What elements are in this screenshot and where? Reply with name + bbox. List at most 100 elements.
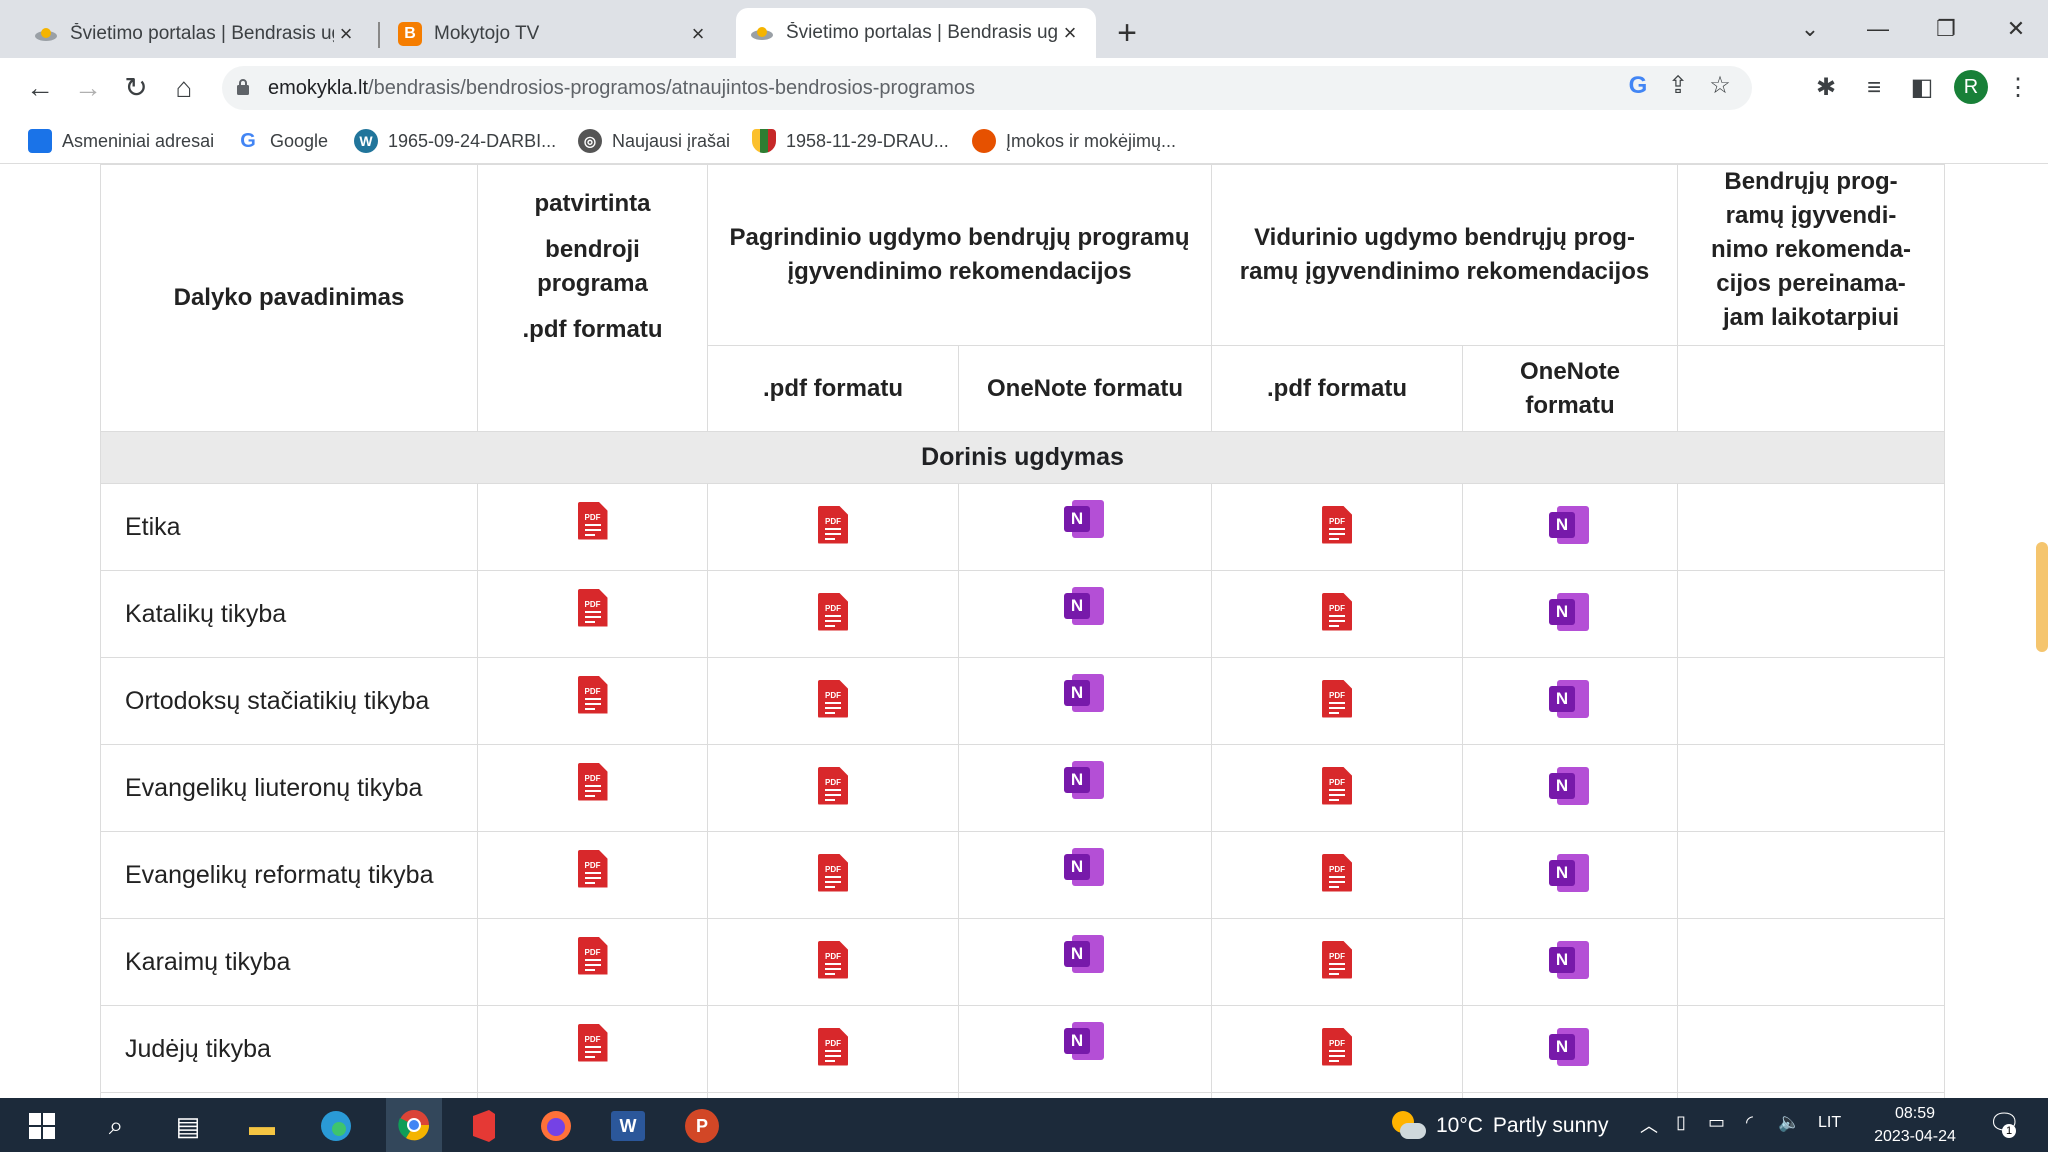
onenote-icon[interactable]: N [1549, 766, 1591, 805]
address-bar[interactable]: emokykla.lt/bendrasis/bendrosios-program… [222, 66, 1752, 110]
pdf-icon[interactable]: PDF [818, 940, 848, 979]
pdf-icon[interactable]: PDF [577, 762, 608, 801]
google-lens-icon[interactable]: G [1622, 70, 1654, 102]
tab-close-icon[interactable]: × [686, 22, 710, 46]
back-arrow-icon[interactable]: ← [22, 70, 58, 106]
onenote-icon[interactable]: N [1549, 592, 1591, 631]
onenote-icon[interactable]: N [1549, 679, 1591, 718]
onenote-icon[interactable]: N [1064, 1021, 1106, 1060]
profile-avatar[interactable]: R [1954, 70, 1988, 104]
pdf-icon[interactable]: PDF [818, 853, 848, 892]
reload-icon[interactable]: ↻ [118, 70, 154, 106]
pdf-icon[interactable]: PDF [818, 592, 848, 631]
table-row: Evangelikų reformatų tikyba PDF PDF N PDF N [100, 831, 1946, 919]
reading-list-icon[interactable]: ≡ [1858, 72, 1890, 104]
pdf-icon[interactable]: PDF [1322, 592, 1353, 631]
tab-search-chevron-icon[interactable]: ⌄ [1790, 12, 1830, 46]
search-icon[interactable]: ⌕ [96, 1106, 136, 1146]
home-icon[interactable]: ⌂ [166, 70, 202, 106]
battery-icon[interactable]: ▭ [1708, 1112, 1725, 1133]
bookmark-google[interactable]: G Google [236, 126, 328, 156]
onenote-icon[interactable]: N [1549, 940, 1591, 979]
tab-svietimo-portalas-active[interactable]: Švietimo portalas | Bendrasis ugd × [736, 8, 1096, 58]
pdf-icon[interactable]: PDF [818, 766, 848, 805]
bookmark-1958-11-29[interactable]: 1958-11-29-DRAU... [752, 126, 949, 156]
subject-name: Etika [100, 483, 478, 571]
new-tab-button[interactable]: + [1110, 16, 1144, 50]
chrome-icon[interactable] [386, 1098, 442, 1152]
restore-icon[interactable]: ❐ [1926, 12, 1966, 46]
tab-close-icon[interactable]: × [334, 22, 358, 46]
scrollbar-thumb[interactable] [2036, 542, 2048, 652]
onenote-icon[interactable]: N [1064, 673, 1106, 712]
pdf-icon[interactable]: PDF [577, 1023, 608, 1062]
system-clock[interactable]: 08:59 2023-04-24 [1860, 1102, 1970, 1148]
firefox-icon[interactable] [536, 1106, 576, 1146]
pdf-icon[interactable]: PDF [1322, 1027, 1353, 1066]
share-icon[interactable]: ⇪ [1662, 70, 1694, 102]
tab-close-icon[interactable]: × [1058, 21, 1082, 45]
secondary-onenote-cell: N [1462, 918, 1679, 1006]
language-indicator[interactable]: LIT [1818, 1114, 1841, 1132]
onenote-icon[interactable]: N [1549, 853, 1591, 892]
bookmark-asmeniniai-adresai[interactable]: Asmeniniai adresai [28, 126, 214, 156]
pdf-icon[interactable]: PDF [1322, 766, 1353, 805]
onenote-icon[interactable]: N [1549, 1027, 1591, 1066]
pdf-icon[interactable]: PDF [818, 679, 848, 718]
minimize-icon[interactable]: — [1858, 12, 1898, 46]
forward-arrow-icon[interactable]: → [70, 70, 106, 106]
shield-icon [752, 129, 776, 153]
onenote-icon[interactable]: N [1549, 505, 1591, 544]
onenote-icon[interactable]: N [1064, 760, 1106, 799]
file-explorer-icon[interactable]: ▬ [242, 1106, 282, 1146]
pdf-icon[interactable]: PDF [1322, 853, 1353, 892]
globe-icon: ◎ [578, 129, 602, 153]
secondary-pdf-cell: PDF [1211, 744, 1464, 832]
side-panel-icon[interactable]: ◧ [1906, 72, 1938, 104]
subject-name: Karaimų tikyba [100, 918, 478, 1006]
onenote-icon[interactable]: N [1064, 499, 1106, 538]
pdf-icon[interactable]: PDF [1322, 505, 1353, 544]
extensions-icon[interactable]: ✱ [1810, 72, 1842, 104]
portal-icon [34, 22, 58, 46]
pdf-icon[interactable]: PDF [1322, 679, 1353, 718]
menu-kebab-icon[interactable]: ⋮ [2002, 72, 2034, 104]
bookmark-imokos[interactable]: Įmokos ir mokėjimų... [972, 126, 1176, 156]
notifications-icon[interactable]: 🗨 1 [1988, 1108, 2021, 1139]
device-icon[interactable]: ▯ [1676, 1112, 1686, 1133]
pdf-icon[interactable]: PDF [1322, 940, 1353, 979]
pdf-icon[interactable]: PDF [577, 675, 608, 714]
secondary-pdf-cell: PDF [1211, 918, 1464, 1006]
close-window-icon[interactable]: ✕ [1996, 12, 2036, 46]
pdf-icon[interactable]: PDF [577, 501, 608, 540]
pdf-icon[interactable]: PDF [577, 849, 608, 888]
show-hidden-icons-chevron-icon[interactable]: ︿ [1640, 1112, 1658, 1138]
task-view-icon[interactable]: ▤ [168, 1106, 208, 1146]
windows-start-icon[interactable] [22, 1106, 62, 1146]
onenote-icon[interactable]: N [1064, 847, 1106, 886]
pdf-icon[interactable]: PDF [577, 936, 608, 975]
bookmark-1965-09-24[interactable]: W 1965-09-24-DARBI... [354, 126, 556, 156]
subject-name: Evangelikų reformatų tikyba [100, 831, 478, 919]
pdf-icon[interactable]: PDF [818, 505, 848, 544]
bookmark-star-icon[interactable]: ☆ [1704, 70, 1736, 102]
edge-icon[interactable] [316, 1106, 356, 1146]
header-approved-program: patvirtinta bendroji programa .pdf forma… [477, 164, 708, 432]
word-icon[interactable]: W [608, 1106, 648, 1146]
onenote-icon[interactable]: N [1064, 586, 1106, 625]
pdf-icon[interactable]: PDF [818, 1027, 848, 1066]
volume-icon[interactable]: 🔈 [1778, 1112, 1800, 1133]
tab-mokytojo-tv[interactable]: B Mokytojo TV × [384, 10, 724, 58]
weather-widget[interactable]: 10°C Partly sunny [1390, 1110, 1608, 1142]
powerpoint-icon[interactable]: P [682, 1106, 722, 1146]
primary-pdf-cell: PDF [707, 1005, 959, 1093]
wifi-icon[interactable]: ◜ [1746, 1112, 1753, 1133]
transitional-cell [1677, 831, 1946, 919]
onenote-icon[interactable]: N [1064, 934, 1106, 973]
browser-toolbar: ← → ↻ ⌂ emokykla.lt/bendrasis/bendrosios… [0, 58, 2048, 118]
bookmark-naujausi-irasai[interactable]: ◎ Naujausi įrašai [578, 126, 730, 156]
pdf-icon[interactable]: PDF [577, 588, 608, 627]
approved-program-pdf-cell: PDF [477, 570, 708, 658]
tab-svietimo-portalas-1[interactable]: Švietimo portalas | Bendrasis ugd × [20, 10, 372, 58]
office-icon[interactable] [464, 1106, 504, 1146]
